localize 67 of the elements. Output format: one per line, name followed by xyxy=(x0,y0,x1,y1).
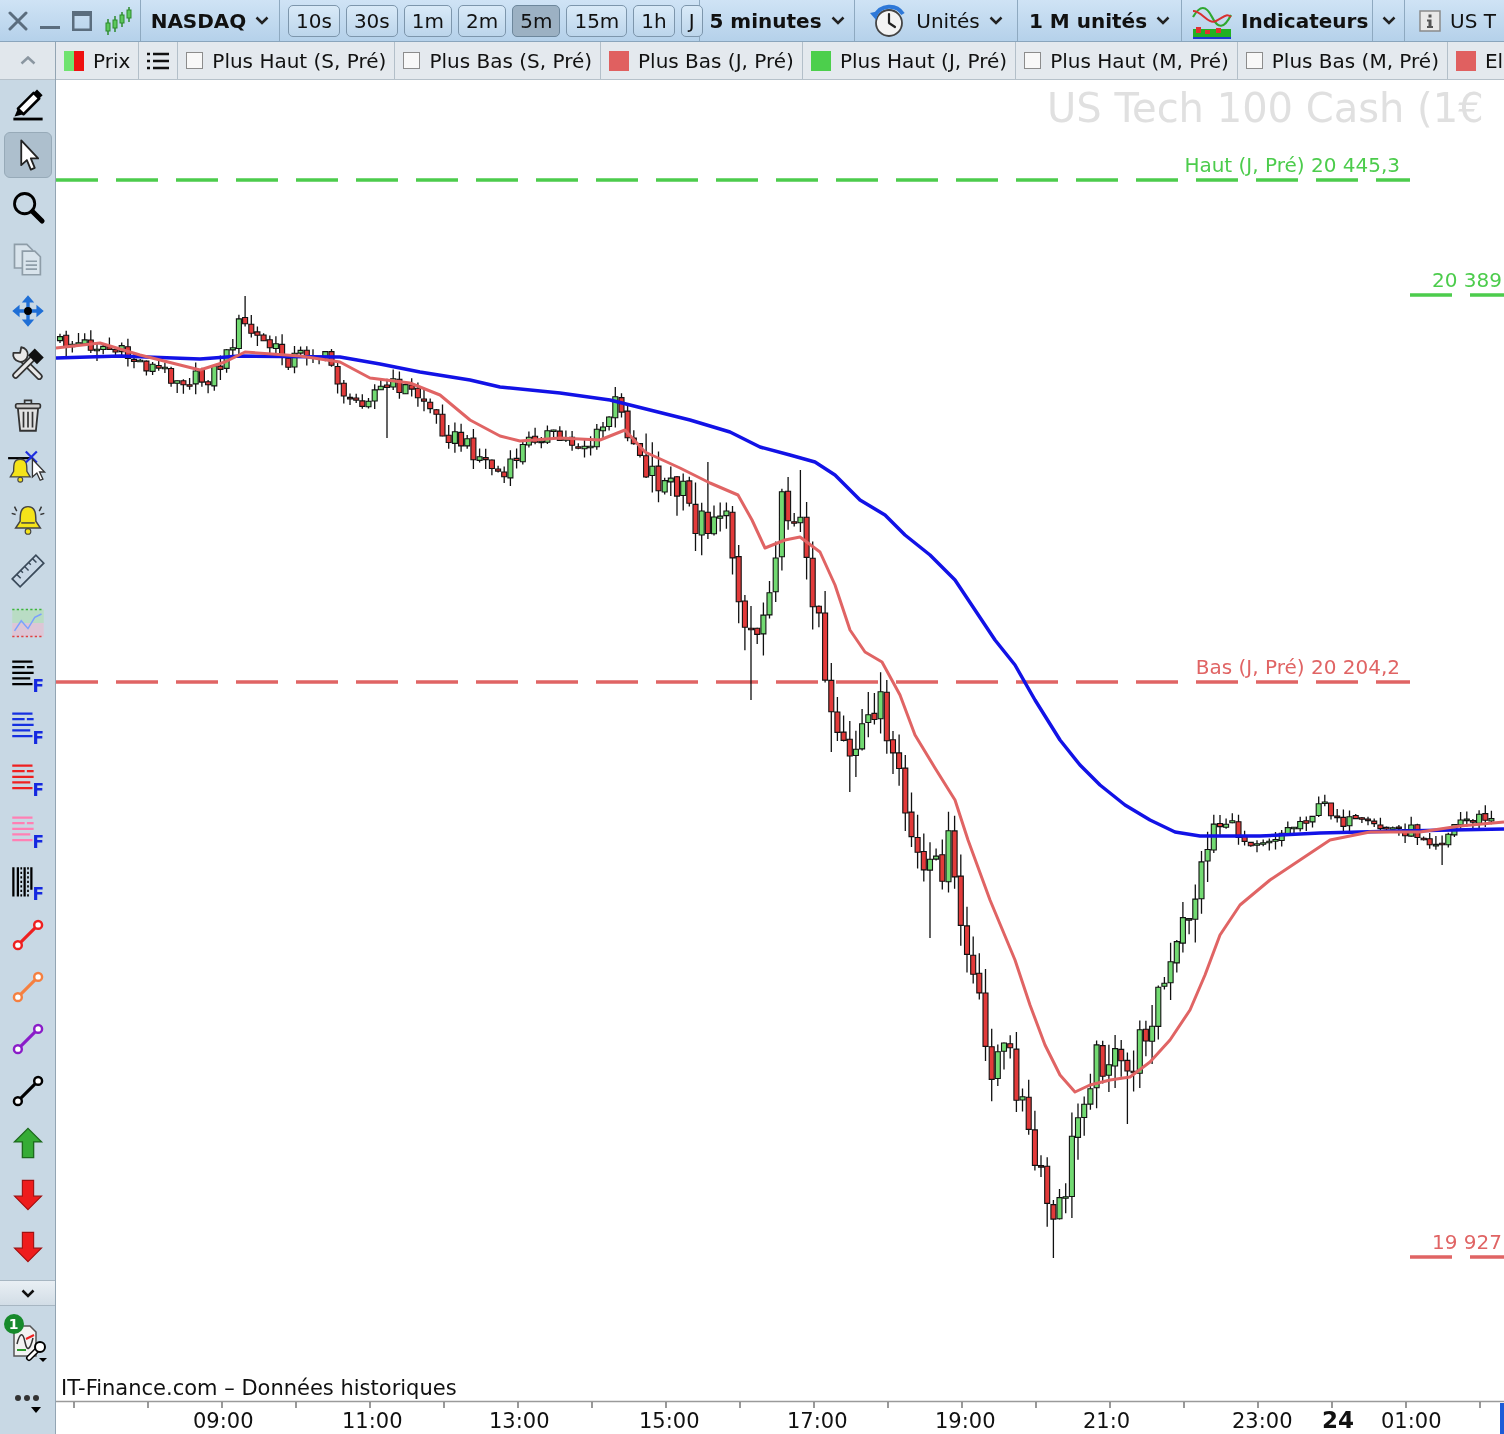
tool-button[interactable]: F xyxy=(3,652,52,698)
period-dropdown[interactable]: 5 minutes xyxy=(709,8,845,33)
checkbox[interactable] xyxy=(810,50,831,71)
legend-label: El xyxy=(1484,48,1504,73)
price-level-label: 19 927 xyxy=(1432,1230,1502,1254)
time-label: 01:00 xyxy=(1381,1409,1442,1433)
checkbox[interactable] xyxy=(1245,52,1263,69)
close-icon[interactable] xyxy=(8,10,28,31)
time-label: 23:00 xyxy=(1232,1409,1293,1433)
timeframe-button[interactable]: 15m xyxy=(566,4,628,37)
instrument-tab[interactable]: US T xyxy=(1419,8,1496,33)
maximize-icon[interactable] xyxy=(72,10,92,31)
time-label: 24 xyxy=(1322,1407,1354,1433)
quantity-dropdown[interactable]: 1 M unités xyxy=(1028,8,1171,33)
chevron-down-icon xyxy=(20,1288,35,1298)
tool-button[interactable]: F xyxy=(3,808,52,854)
legend-label: Plus Haut (M, Pré) xyxy=(1050,48,1229,73)
legend-label: Plus Bas (M, Pré) xyxy=(1271,48,1439,73)
caret-icon xyxy=(255,16,270,25)
time-label: 09:00 xyxy=(193,1409,254,1433)
timeframe-button[interactable]: 30s xyxy=(345,4,398,37)
price-swatch-icon[interactable] xyxy=(64,50,84,71)
checkbox[interactable] xyxy=(403,52,421,69)
caret-icon xyxy=(988,16,1003,25)
checkbox[interactable] xyxy=(186,52,204,69)
caret-icon[interactable] xyxy=(1381,16,1396,25)
time-label: 15:00 xyxy=(639,1409,700,1433)
legend-label: Plus Bas (J, Pré) xyxy=(638,48,794,73)
checkbox[interactable] xyxy=(1455,50,1476,71)
caret-icon xyxy=(830,16,845,25)
time-label: 17:00 xyxy=(787,1409,848,1433)
time-label: 21:0 xyxy=(1083,1409,1131,1433)
tool-button[interactable]: F xyxy=(3,756,52,802)
data-source-label: IT-Finance.com – Données historiques xyxy=(61,1376,457,1400)
legend-label: Prix xyxy=(93,48,131,73)
timeframe-button[interactable]: J xyxy=(680,4,703,37)
chevron-up-icon xyxy=(19,56,36,65)
notification-badge: 1 xyxy=(3,1314,24,1334)
checkbox[interactable] xyxy=(609,50,630,71)
info-icon xyxy=(1419,9,1441,32)
collapse-button[interactable] xyxy=(0,1280,55,1306)
time-label: 11:00 xyxy=(342,1409,403,1433)
time-label: 13:00 xyxy=(489,1409,550,1433)
price-level-label: Bas (J, Pré) 20 204,2 xyxy=(1195,655,1400,679)
timeframe-button[interactable]: 5m xyxy=(512,4,561,37)
position-marker xyxy=(1500,1403,1504,1434)
tool-button[interactable] xyxy=(3,132,52,178)
candlestick-icon[interactable] xyxy=(104,5,132,36)
units-dropdown[interactable]: Unités xyxy=(869,1,1003,40)
more-icon[interactable] xyxy=(13,1392,42,1414)
timeframe-button[interactable]: 10s xyxy=(288,4,340,37)
time-label: 19:00 xyxy=(935,1409,996,1433)
timeframe-button[interactable]: 2m xyxy=(457,4,507,37)
legend-label: Plus Haut (S, Pré) xyxy=(212,48,387,73)
legend-label: Plus Haut (J, Pré) xyxy=(839,48,1008,73)
list-icon[interactable] xyxy=(147,51,170,70)
price-level-label: Haut (J, Pré) 20 445,3 xyxy=(1184,153,1400,177)
symbol-dropdown[interactable]: NASDAQ xyxy=(150,8,270,33)
indicators-button[interactable]: Indicateurs xyxy=(1192,2,1369,39)
tool-button[interactable]: F xyxy=(3,860,52,906)
timeframe-button[interactable]: 1h xyxy=(633,4,675,37)
tool-button[interactable]: F xyxy=(3,704,52,750)
timeframe-button[interactable]: 1m xyxy=(403,4,452,37)
checkbox[interactable] xyxy=(1024,52,1042,69)
price-level-label: 20 389 xyxy=(1432,268,1502,292)
legend-label: Plus Bas (S, Pré) xyxy=(429,48,593,73)
caret-icon xyxy=(1156,16,1171,25)
